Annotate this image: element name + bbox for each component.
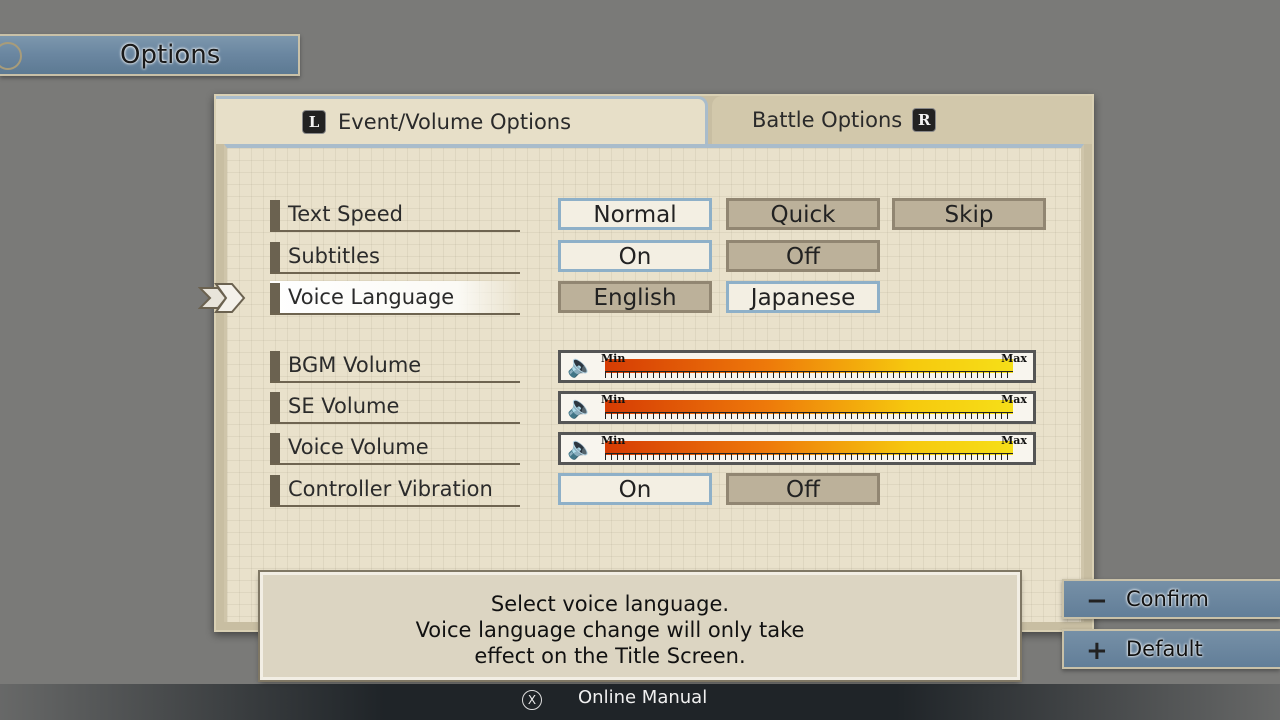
voice-volume-slider[interactable]: 🔈 Min Max bbox=[558, 432, 1036, 465]
subtitles-label: Subtitles bbox=[270, 240, 520, 274]
help-description-box: Select voice language. Voice language ch… bbox=[260, 572, 1020, 680]
text-speed-skip-option[interactable]: Skip bbox=[892, 198, 1046, 230]
row-controller-vibration[interactable]: Controller Vibration On Off bbox=[270, 473, 1050, 507]
volume-min-label: Min bbox=[601, 352, 626, 365]
volume-max-label: Max bbox=[1001, 434, 1027, 447]
text-speed-quick-option[interactable]: Quick bbox=[726, 198, 880, 230]
r-button-icon: R bbox=[912, 108, 937, 132]
volume-scale-ticks bbox=[605, 371, 1013, 378]
controller-vibration-label: Controller Vibration bbox=[270, 473, 520, 507]
subtitles-off-option[interactable]: Off bbox=[726, 240, 880, 272]
confirm-button[interactable]: − Confirm bbox=[1062, 579, 1280, 619]
subtitles-on-option[interactable]: On bbox=[558, 240, 712, 272]
se-volume-label: SE Volume bbox=[270, 390, 520, 424]
row-text-speed[interactable]: Text Speed Normal Quick Skip bbox=[270, 198, 1050, 232]
help-line-1: Select voice language. bbox=[490, 592, 730, 616]
l-button-icon: L bbox=[302, 109, 326, 134]
bgm-volume-label: BGM Volume bbox=[270, 349, 520, 383]
row-se-volume[interactable]: SE Volume 🔈 Min Max bbox=[270, 390, 1050, 424]
confirm-button-label: Confirm bbox=[1126, 587, 1209, 611]
plus-button-icon: + bbox=[1086, 636, 1108, 666]
help-line-2: Voice language change will only take bbox=[415, 618, 805, 642]
text-speed-label: Text Speed bbox=[270, 198, 520, 232]
default-button-label: Default bbox=[1126, 637, 1203, 661]
voice-volume-label: Voice Volume bbox=[270, 431, 520, 465]
volume-min-label: Min bbox=[601, 393, 626, 406]
text-speed-normal-option[interactable]: Normal bbox=[558, 198, 712, 230]
voice-language-english-option[interactable]: English bbox=[558, 281, 712, 313]
default-button[interactable]: + Default bbox=[1062, 629, 1280, 669]
volume-scale-ticks bbox=[605, 453, 1013, 460]
volume-scale-ticks bbox=[605, 412, 1013, 419]
help-line-3: effect on the Title Screen. bbox=[474, 644, 746, 668]
controller-vibration-off-option[interactable]: Off bbox=[726, 473, 880, 505]
tab-event-volume-options-label: Event/Volume Options bbox=[338, 109, 572, 134]
controller-vibration-on-option[interactable]: On bbox=[558, 473, 712, 505]
voice-language-japanese-option[interactable]: Japanese bbox=[726, 281, 880, 313]
row-subtitles[interactable]: Subtitles On Off bbox=[270, 240, 1050, 274]
options-title-tag: Options bbox=[0, 34, 300, 76]
tab-event-volume-options[interactable]: L Event/Volume Options bbox=[216, 96, 708, 144]
x-button-icon: X bbox=[522, 690, 542, 710]
volume-min-label: Min bbox=[601, 434, 626, 447]
online-manual-link[interactable]: Online Manual bbox=[578, 687, 707, 708]
tag-string bbox=[0, 42, 22, 70]
tab-battle-options[interactable]: Battle Options R bbox=[712, 96, 1092, 144]
volume-max-label: Max bbox=[1001, 352, 1027, 365]
voice-language-label: Voice Language bbox=[270, 281, 520, 315]
page-title: Options bbox=[120, 40, 221, 70]
se-volume-slider[interactable]: 🔈 Min Max bbox=[558, 391, 1036, 424]
volume-max-label: Max bbox=[1001, 393, 1027, 406]
row-voice-language[interactable]: Voice Language English Japanese bbox=[270, 281, 1050, 315]
footer-bar: X Online Manual bbox=[0, 684, 1280, 720]
tab-battle-options-label: Battle Options bbox=[752, 108, 903, 132]
row-voice-volume[interactable]: Voice Volume 🔈 Min Max bbox=[270, 431, 1050, 465]
speaker-icon: 🔈 bbox=[567, 354, 595, 379]
bgm-volume-slider[interactable]: 🔈 Min Max bbox=[558, 350, 1036, 383]
speaker-icon: 🔈 bbox=[567, 395, 595, 420]
minus-button-icon: − bbox=[1086, 586, 1108, 616]
speaker-icon: 🔈 bbox=[567, 436, 595, 461]
row-bgm-volume[interactable]: BGM Volume 🔈 Min Max bbox=[270, 349, 1050, 383]
selection-arrow-icon bbox=[198, 283, 246, 313]
